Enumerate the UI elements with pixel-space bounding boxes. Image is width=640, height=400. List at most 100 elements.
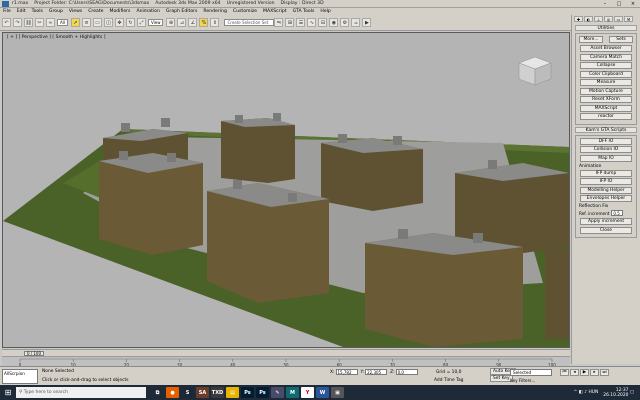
menu-edit[interactable]: Edit: [14, 9, 29, 14]
explorer-icon[interactable]: ▤: [226, 387, 239, 398]
undo-icon[interactable]: ↶: [2, 18, 11, 27]
menu-tools[interactable]: Tools: [29, 9, 46, 14]
motion-icon[interactable]: ◎: [604, 16, 613, 22]
asset-browser-button[interactable]: Asset Browser: [580, 45, 632, 52]
more-button[interactable]: More...: [579, 36, 603, 43]
menu-create[interactable]: Create: [85, 9, 106, 14]
bind-icon[interactable]: ≈: [46, 18, 55, 27]
photoshop-icon[interactable]: Ps: [241, 387, 254, 398]
clock[interactable]: 12:37 26.10.2020: [603, 388, 628, 398]
angle-snap-icon[interactable]: ∠: [188, 18, 198, 27]
y-coord-input[interactable]: 22,305: [365, 369, 388, 375]
link-icon[interactable]: ⛓: [24, 18, 33, 27]
go-to-end-icon[interactable]: ⏭: [600, 369, 609, 376]
redo-icon[interactable]: ↷: [13, 18, 22, 27]
layer-icon[interactable]: ☰: [296, 18, 306, 27]
minimize-button[interactable]: –: [598, 1, 612, 7]
menu-gta-tools[interactable]: GTA Tools: [290, 9, 318, 14]
menu-modifiers[interactable]: Modifiers: [106, 9, 133, 14]
select-icon[interactable]: ➚: [70, 18, 80, 27]
ref-coord-dropdown[interactable]: View: [147, 19, 164, 26]
utilities-icon[interactable]: ⚒: [624, 16, 633, 22]
kams-scripts-rollout-header[interactable]: Kam's GTA Scripts: [575, 126, 637, 133]
reset-xform-button[interactable]: Reset XForm: [580, 96, 632, 103]
go-to-start-icon[interactable]: ⏮: [560, 369, 569, 376]
ref-increment-input[interactable]: 0.5: [611, 210, 624, 216]
snap-icon[interactable]: ⊿: [177, 18, 187, 27]
app-icon[interactable]: ▣: [331, 387, 344, 398]
ifp-io-button[interactable]: IFP IO: [580, 178, 632, 185]
align-icon[interactable]: ⊞: [285, 18, 295, 27]
photoshop-icon-2[interactable]: Ps: [256, 387, 269, 398]
schematic-icon[interactable]: ⊟: [318, 18, 328, 27]
taskbar-search[interactable]: ⚲ Type here to search: [16, 387, 146, 398]
render-icon[interactable]: ☕: [351, 18, 361, 27]
menu-group[interactable]: Group: [46, 9, 66, 14]
3dsmax-icon[interactable]: M: [286, 387, 299, 398]
word-icon[interactable]: W: [316, 387, 329, 398]
percent-snap-icon[interactable]: %: [199, 18, 209, 27]
display-icon[interactable]: ▭: [614, 16, 623, 22]
menu-help[interactable]: Help: [317, 9, 333, 14]
firefox-icon[interactable]: ●: [166, 387, 179, 398]
color-clipboard-button[interactable]: Color Clipboard: [580, 70, 632, 78]
x-coord-input[interactable]: 15,782: [335, 369, 358, 375]
reactor-button[interactable]: reactor: [580, 113, 632, 120]
spinner-snap-icon[interactable]: ⇕: [210, 18, 220, 27]
rotate-icon[interactable]: ↻: [125, 18, 135, 27]
viewcube-icon[interactable]: [518, 56, 552, 86]
scale-icon[interactable]: ⤢: [136, 18, 146, 27]
close-scripts-button[interactable]: Close: [580, 226, 632, 234]
notepad-icon[interactable]: ✎: [271, 387, 284, 398]
maximize-button[interactable]: □: [612, 1, 626, 7]
measure-button[interactable]: Measure: [580, 79, 632, 86]
named-selection-input[interactable]: Create Selection Set: [224, 19, 275, 26]
menu-views[interactable]: Views: [66, 9, 85, 14]
z-coord-input[interactable]: 0,0: [395, 369, 418, 375]
menu-customize[interactable]: Customize: [230, 9, 260, 14]
curve-editor-icon[interactable]: ∿: [307, 18, 317, 27]
tray-arrow-icon[interactable]: ^: [574, 390, 578, 395]
yandex-icon[interactable]: Y: [301, 387, 314, 398]
menu-animation[interactable]: Animation: [133, 9, 162, 14]
3dsmax-app-icon[interactable]: [2, 0, 9, 7]
ifp-dump-button[interactable]: IFP dump: [580, 169, 632, 177]
time-slider[interactable]: 0 / 100: [2, 349, 570, 356]
prev-frame-icon[interactable]: ◂: [570, 369, 579, 376]
volume-icon[interactable]: ♪: [584, 390, 587, 395]
sets-button[interactable]: Sets: [609, 36, 633, 43]
start-icon[interactable]: ⊞: [0, 385, 16, 400]
maxscript-listener[interactable]: AllScrpion: [2, 369, 38, 384]
dff-io-button[interactable]: DFF IO: [580, 137, 632, 145]
create-icon[interactable]: ✚: [574, 16, 583, 22]
material-icon[interactable]: ◉: [329, 18, 339, 27]
key-selection-dropdown[interactable]: Selected: [510, 369, 552, 376]
perspective-viewport[interactable]: [ + ] [ Perspective ] [ Smooth + Highlig…: [2, 32, 570, 348]
hierarchy-icon[interactable]: ⊥: [594, 16, 603, 22]
key-filters-button[interactable]: Key Filters...: [510, 378, 535, 383]
rect-region-icon[interactable]: ▭: [92, 18, 102, 27]
selection-filter-dropdown[interactable]: All: [57, 19, 68, 26]
motion-capture-button[interactable]: Motion Capture: [580, 87, 632, 95]
notifications-icon[interactable]: ▢: [630, 390, 634, 395]
window-crossing-icon[interactable]: ◫: [103, 18, 113, 27]
input-language[interactable]: HUN: [588, 390, 598, 395]
camera-match-button[interactable]: Camera Match: [580, 53, 632, 61]
play-icon[interactable]: ▶: [580, 369, 589, 376]
quick-render-icon[interactable]: ▶: [362, 18, 372, 27]
next-frame-icon[interactable]: ▸: [590, 369, 599, 376]
unlink-icon[interactable]: ✂: [35, 18, 44, 27]
select-by-name-icon[interactable]: ≡: [81, 18, 91, 27]
envelopes-helper-button[interactable]: Envelopes Helper: [580, 195, 632, 202]
modelling-helper-button[interactable]: Modelling Helper: [580, 186, 632, 194]
apply-increment-button[interactable]: Apply increment: [580, 218, 632, 225]
move-icon[interactable]: ✥: [114, 18, 124, 27]
viewport-label[interactable]: [ + ] [ Perspective ] [ Smooth + Highlig…: [7, 35, 105, 40]
utilities-rollout-header[interactable]: Utilities: [575, 25, 637, 31]
txd-icon[interactable]: TXD: [211, 387, 224, 398]
menu-rendering[interactable]: Rendering: [200, 9, 229, 14]
menu-file[interactable]: File: [0, 9, 14, 14]
track-bar[interactable]: 0 10 20 30 40 50 60 70 80 90 100: [2, 356, 570, 368]
render-setup-icon[interactable]: ⚙: [340, 18, 350, 27]
collision-io-button[interactable]: Collision IO: [580, 146, 632, 153]
